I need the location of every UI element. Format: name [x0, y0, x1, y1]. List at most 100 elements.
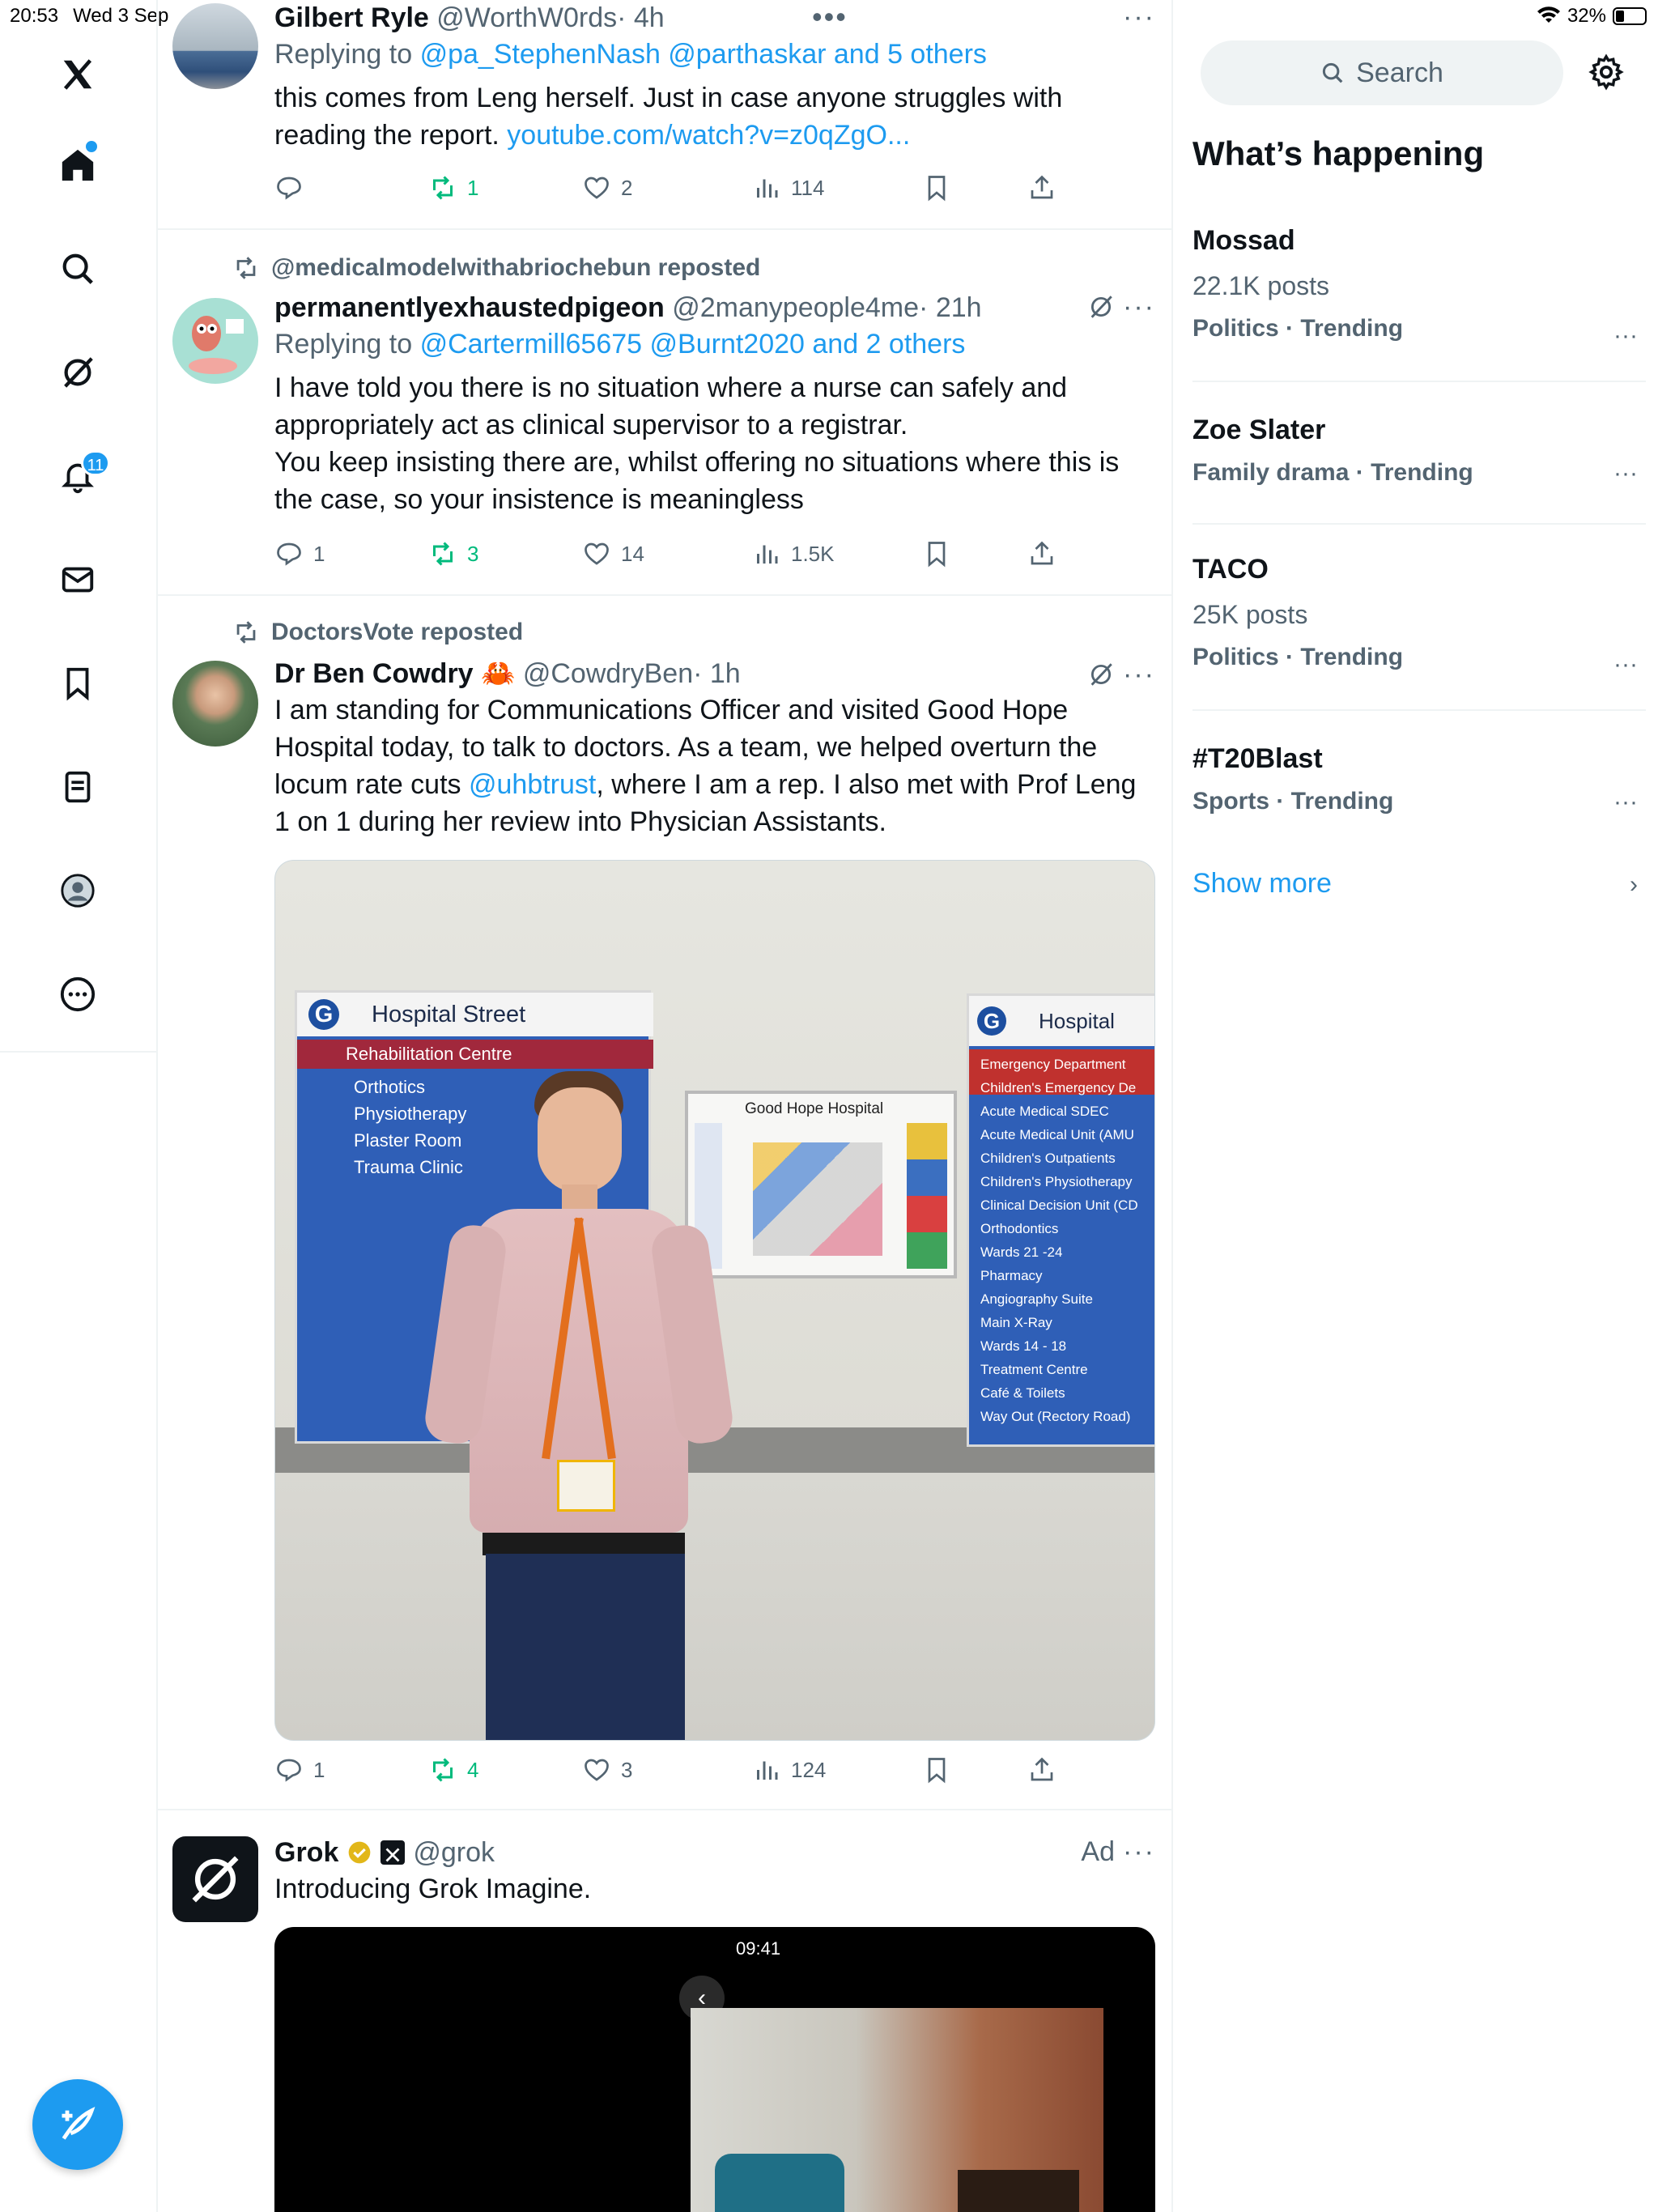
avatar[interactable]: [172, 298, 258, 384]
trend-item[interactable]: Mossad 22.1K posts Politics · Trending ·…: [1192, 215, 1646, 382]
like-button[interactable]: 2: [582, 173, 632, 202]
compose-feather-icon: [62, 2106, 96, 2140]
like-button[interactable]: 3: [582, 1755, 632, 1784]
tweet-actions: 1 3 14 1.5K: [274, 539, 1084, 580]
avatar[interactable]: [172, 661, 258, 747]
tweet-text-paragraph: You keep insisting there are, whilst off…: [274, 447, 1120, 515]
trend-title: TACO: [1192, 554, 1269, 585]
settings-gear-icon[interactable]: [1588, 53, 1625, 91]
tweet-gilbert-ryle[interactable]: ••• ··· Gilbert Ryle @WorthW0rds· 4h Rep…: [158, 0, 1171, 230]
repost-by-label: DoctorsVote reposted: [271, 619, 524, 645]
retweet-button[interactable]: 4: [428, 1755, 478, 1784]
author-handle[interactable]: @WorthW0rds: [436, 2, 617, 33]
messages-envelope-icon[interactable]: [52, 554, 104, 606]
search-icon: [1323, 62, 1343, 83]
author-name[interactable]: Grok: [274, 1835, 338, 1870]
like-button[interactable]: 14: [582, 539, 644, 568]
share-button[interactable]: [1027, 1755, 1056, 1784]
sign-item: Main X-Ray: [980, 1315, 1052, 1330]
verified-gold-badge-icon: [349, 1841, 371, 1864]
show-more-link[interactable]: Show more: [1192, 868, 1332, 900]
avatar[interactable]: [172, 1836, 258, 1922]
tweet-photo[interactable]: G Hospital Street Rehabilitation Centre …: [274, 860, 1155, 1741]
sign-item: Wards 21 -24: [980, 1244, 1063, 1260]
trend-more-icon[interactable]: ···: [1613, 460, 1638, 487]
bookmark-button[interactable]: [922, 539, 951, 568]
replying-to-mentions[interactable]: @Cartermill65675 @Burnt2020 and 2 others: [420, 329, 966, 359]
share-button[interactable]: [1027, 173, 1056, 202]
retweet-button[interactable]: 1: [428, 173, 478, 202]
sign-item: Wards 14 - 18: [980, 1338, 1067, 1354]
repost-indicator[interactable]: DoctorsVote reposted: [232, 619, 523, 646]
map-legend: [907, 1123, 947, 1269]
tweet-link[interactable]: youtube.com/watch?v=z0qZgO...: [507, 120, 910, 151]
views-button[interactable]: 1.5K: [752, 539, 835, 568]
more-options-icon[interactable]: [52, 968, 104, 1020]
tweet-grok-ad[interactable]: Ad ··· Grok @grok Introducing Grok Imagi…: [158, 1810, 1171, 2212]
reply-button[interactable]: [274, 173, 304, 202]
retweet-button[interactable]: 3: [428, 539, 478, 568]
retweet-count: 4: [467, 1757, 479, 1782]
trend-more-icon[interactable]: ···: [1613, 789, 1638, 816]
reply-button[interactable]: 1: [274, 539, 325, 568]
compose-post-button[interactable]: [32, 2079, 123, 2170]
ad-video[interactable]: 09:41 ‹: [274, 1927, 1155, 2212]
author-name[interactable]: Dr Ben Cowdry: [274, 658, 474, 689]
avatar[interactable]: [172, 3, 258, 89]
reply-count: 1: [313, 1757, 325, 1782]
sign-item: Rehabilitation Centre: [297, 1040, 653, 1069]
chevron-right-icon: ›: [1630, 871, 1638, 898]
timeline-feed: ••• ··· Gilbert Ryle @WorthW0rds· 4h Rep…: [156, 0, 1173, 2212]
left-navigation: 11: [0, 0, 156, 1053]
views-chart-icon: [757, 1761, 778, 1780]
belt: [483, 1533, 685, 1555]
video-phone-time: 09:41: [736, 1938, 781, 1959]
sign-item: Children's Physiotherapy: [980, 1174, 1133, 1189]
sign-header: G Hospital: [969, 996, 1154, 1046]
x-logo-icon[interactable]: [52, 49, 104, 100]
like-count: 14: [621, 541, 644, 566]
bookmark-icon: [928, 542, 946, 568]
views-button[interactable]: 114: [752, 173, 824, 202]
grok-logo-icon: [192, 1856, 239, 1903]
author-name[interactable]: permanentlyexhaustedpigeon: [274, 292, 665, 323]
author-name[interactable]: Gilbert Ryle: [274, 2, 429, 33]
timestamp[interactable]: · 21h: [919, 292, 982, 323]
author-handle[interactable]: @2manypeople4me: [672, 292, 919, 323]
bookmark-button[interactable]: [922, 1755, 951, 1784]
retweet-icon: [433, 542, 453, 566]
lists-icon[interactable]: [52, 761, 104, 813]
profile-avatar-icon[interactable]: [52, 865, 104, 917]
replying-to-mentions[interactable]: @pa_StephenNash @parthaskar and 5 others: [420, 39, 987, 70]
sign-item: Children's Outpatients: [980, 1151, 1116, 1166]
repost-indicator[interactable]: @medicalmodelwithabriochebun reposted: [232, 254, 760, 282]
trend-item[interactable]: #T20Blast Sports · Trending ···: [1192, 734, 1646, 842]
trend-more-icon[interactable]: ···: [1613, 651, 1638, 678]
trend-item[interactable]: TACO 25K posts Politics · Trending ···: [1192, 544, 1646, 711]
tweet-header: Gilbert Ryle @WorthW0rds· 4h: [274, 0, 1155, 36]
trend-category: Politics · Trending: [1192, 315, 1404, 342]
notifications-badge: 11: [81, 450, 110, 476]
search-input[interactable]: Search: [1201, 40, 1563, 105]
trend-more-icon[interactable]: ···: [1613, 322, 1638, 350]
bookmark-button[interactable]: [922, 173, 951, 202]
grok-icon[interactable]: [52, 347, 104, 398]
author-handle[interactable]: @CowdryBen: [523, 658, 693, 689]
author-handle[interactable]: @grok: [413, 1835, 495, 1870]
timestamp[interactable]: · 4h: [617, 2, 665, 33]
views-button[interactable]: 124: [752, 1755, 826, 1784]
explore-search-icon[interactable]: [52, 243, 104, 295]
trend-item[interactable]: Zoe Slater Family drama · Trending ···: [1192, 405, 1646, 525]
bookmarks-icon[interactable]: [52, 657, 104, 709]
timestamp[interactable]: · 1h: [693, 658, 741, 689]
video-fireplace: [958, 2170, 1079, 2212]
heart-icon: [585, 1759, 609, 1781]
reply-button[interactable]: 1: [274, 1755, 325, 1784]
tweet-permanentlyexhaustedpigeon[interactable]: @medicalmodelwithabriochebun reposted ··…: [158, 230, 1171, 596]
tweet-actions: 1 4 3 124: [274, 1755, 1084, 1796]
map-buildings: [753, 1142, 882, 1256]
sign-title: Hospital: [1039, 1008, 1115, 1033]
mention-link[interactable]: @uhbtrust: [469, 769, 596, 800]
tweet-dr-ben-cowdry[interactable]: DoctorsVote reposted ··· Dr Ben Cowdry 🦀…: [158, 596, 1171, 1810]
share-button[interactable]: [1027, 539, 1056, 568]
